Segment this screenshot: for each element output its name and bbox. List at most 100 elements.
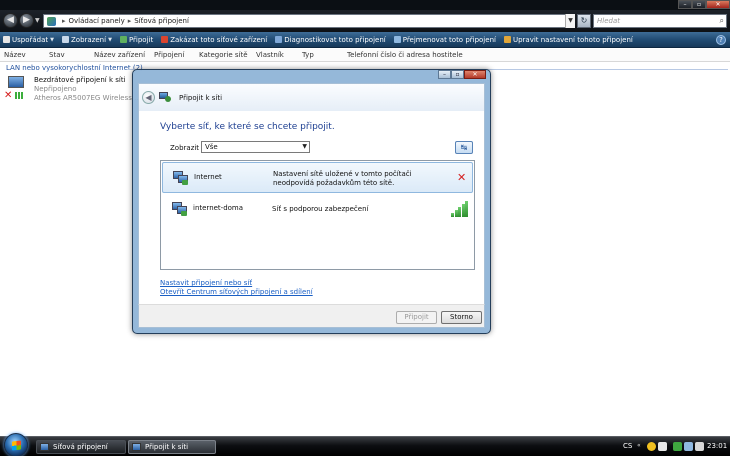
chevron-down-icon: ▼ <box>302 143 307 150</box>
taskbar-window-button[interactable]: Připojit k síti <box>128 440 216 454</box>
address-dropdown-icon[interactable]: ▼ <box>565 14 575 28</box>
network-icon <box>173 171 189 185</box>
network-list-item[interactable]: Internet Nastavení sítě uložené v tomto … <box>162 162 473 193</box>
taskbar-window-button[interactable]: Síťová připojení <box>36 440 126 454</box>
mail-icon[interactable] <box>658 442 667 451</box>
connect-network-icon <box>132 443 141 451</box>
show-filter-value: Vše <box>205 143 218 151</box>
breadcrumb-item[interactable]: Síťová připojení <box>134 17 189 25</box>
wireless-connection-icon: ✕ <box>4 76 28 101</box>
start-button[interactable] <box>4 433 28 456</box>
toolbar-button[interactable]: Přejmenovat toto připojení <box>393 35 496 44</box>
volume-icon[interactable] <box>695 442 704 451</box>
toolbar-icon <box>119 36 127 43</box>
network-connections-icon <box>40 443 49 451</box>
network-list: Internet Nastavení sítě uložené v tomto … <box>160 160 475 270</box>
dialog-title: Připojit k síti <box>179 94 223 102</box>
wireless-tray-icon[interactable] <box>684 442 693 451</box>
close-button[interactable]: ✕ <box>706 0 730 9</box>
taskbar-window-label: Připojit k síti <box>145 443 189 451</box>
column-header[interactable]: Stav <box>49 51 65 59</box>
column-header[interactable]: Název zařízení <box>94 51 145 59</box>
recent-pages-dropdown-icon[interactable]: ▼ <box>35 17 40 24</box>
toolbar-button[interactable]: Diagnostikovat toto připojení <box>275 36 386 44</box>
window-caption-buttons: – ▫ ✕ <box>678 0 730 9</box>
command-toolbar: Uspořádat ▼ Zobrazení ▼ Připojit Zakázat toto… <box>0 32 730 48</box>
connect-to-network-dialog: – ▫ ✕ ◀ Připojit k síti Vyberte síť, ke … <box>132 69 491 334</box>
toolbar-icon <box>3 36 10 43</box>
show-hidden-icons-icon[interactable]: « <box>637 442 641 449</box>
dialog-maximize-button[interactable]: ▫ <box>451 70 464 79</box>
search-icon[interactable]: ⌕ <box>720 15 724 27</box>
cancel-button[interactable]: Storno <box>441 311 482 324</box>
maximize-button[interactable]: ▫ <box>692 0 706 9</box>
minimize-button[interactable]: – <box>678 0 692 9</box>
group-header[interactable]: LAN nebo vysokorychlostní Internet (2) <box>6 64 143 72</box>
dialog-close-button[interactable]: ✕ <box>464 70 486 79</box>
column-header[interactable]: Typ <box>302 51 314 59</box>
column-header[interactable]: Telefonní číslo či adresa hostitele <box>347 51 463 59</box>
toolbar-button[interactable]: Uspořádat ▼ <box>3 36 54 44</box>
back-button[interactable]: ◀ <box>3 13 18 28</box>
windows-logo-icon <box>12 440 21 451</box>
chevron-down-icon: ▼ <box>108 36 112 43</box>
window-titlebar: – ▫ ✕ <box>0 0 730 10</box>
dialog-minimize-button[interactable]: – <box>438 70 451 79</box>
toolbar-button[interactable]: Zakázat toto síťové zařízení <box>161 36 267 44</box>
toolbar-label: Připojit <box>128 35 154 44</box>
toolbar-icon <box>62 36 70 43</box>
toolbar-button[interactable]: Upravit nastavení tohoto připojení <box>503 35 633 44</box>
connection-name: Bezdrátové připojení k síti <box>34 76 126 84</box>
connection-item-wireless[interactable]: ✕ Bezdrátové připojení k síti Nepřipojen… <box>4 74 141 104</box>
toolbar-label: Zakázat toto síťové zařízení <box>170 35 268 44</box>
security-icon[interactable] <box>647 442 656 451</box>
taskbar: Síťová připojení Připojit k síti CS « 23… <box>0 433 730 456</box>
toolbar-icon <box>503 36 511 43</box>
toolbar-icon <box>275 36 283 43</box>
setup-connection-link[interactable]: Nastavit připojení nebo síť <box>160 279 252 287</box>
network-center-link[interactable]: Otevřít Centrum síťových připojení a sdí… <box>160 288 313 296</box>
language-indicator[interactable]: CS <box>623 442 632 450</box>
control-panel-icon <box>47 16 56 26</box>
column-header[interactable]: Kategorie sítě <box>199 51 248 59</box>
dialog-footer: Připojit Storno <box>138 304 485 328</box>
clock[interactable]: 23:01 <box>707 442 727 450</box>
toolbar-label: Přejmenovat toto připojení <box>402 35 496 44</box>
show-filter-select[interactable]: Vše ▼ <box>201 141 310 153</box>
refresh-button[interactable]: ↻ <box>577 14 591 28</box>
network-list-item[interactable]: internet-doma Síť s podporou zabezpečení <box>162 194 473 225</box>
taskbar-window-label: Síťová připojení <box>53 443 108 451</box>
show-filter-label: Zobrazit <box>170 144 200 152</box>
toolbar-label: Diagnostikovat toto připojení <box>284 35 386 44</box>
dialog-back-button[interactable]: ◀ <box>142 91 155 104</box>
toolbar-label: Uspořádat <box>12 35 49 44</box>
column-headers: Název Stav Název zařízení Připojení Kate… <box>0 49 730 62</box>
network-globe-icon <box>159 92 171 103</box>
signal-strength-icon <box>451 201 469 217</box>
connect-button[interactable]: Připojit <box>396 311 437 324</box>
breadcrumb-item[interactable]: Ovládací panely <box>69 17 125 25</box>
address-field[interactable]: ▸ Ovládací panely ▸ Síťová připojení <box>43 14 575 28</box>
dialog-body: Vyberte síť, ke které se chcete připojit… <box>138 111 485 304</box>
breadcrumb-separator: ▸ <box>62 17 66 25</box>
toolbar-label: Upravit nastavení tohoto připojení <box>512 35 633 44</box>
toolbar-button[interactable]: Zobrazení ▼ <box>62 36 112 44</box>
column-header[interactable]: Připojení <box>154 51 184 59</box>
help-button[interactable]: ? <box>716 35 726 45</box>
toolbar-icon <box>161 36 169 43</box>
dialog-header: ◀ Připojit k síti <box>138 83 485 111</box>
toolbar-button[interactable]: Připojit <box>119 35 154 44</box>
column-header[interactable]: Název <box>4 51 26 59</box>
network-tray-icon[interactable] <box>673 442 682 451</box>
network-description: Síť s podporou zabezpečení <box>272 205 369 213</box>
forward-button[interactable]: ▶ <box>19 13 34 28</box>
refresh-networks-button[interactable]: ↹ <box>455 141 473 154</box>
chevron-down-icon: ▼ <box>50 36 55 43</box>
column-header[interactable]: Vlastník <box>256 51 284 59</box>
connection-device: Atheros AR5007EG Wireless ... <box>34 94 141 102</box>
dialog-caption-buttons: – ▫ ✕ <box>438 70 486 79</box>
search-placeholder: Hledat <box>597 17 620 25</box>
network-name: internet-doma <box>193 204 244 212</box>
connection-status: Nepřipojeno <box>34 85 77 93</box>
search-input[interactable]: Hledat ⌕ <box>593 14 727 28</box>
